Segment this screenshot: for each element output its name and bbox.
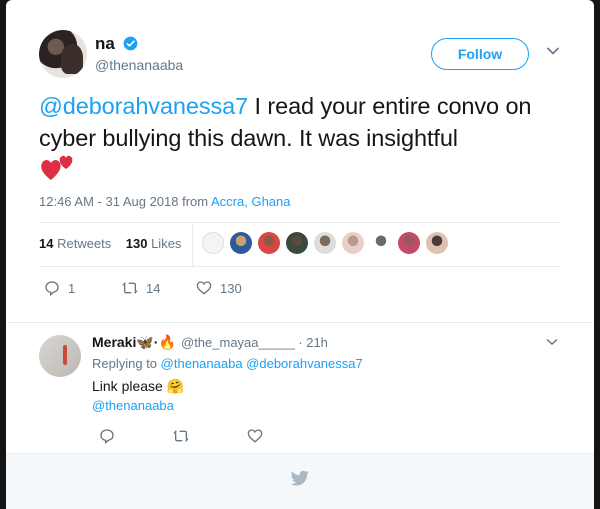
footer bbox=[6, 453, 594, 509]
hearts-emoji-icon bbox=[41, 155, 73, 180]
likes-stat[interactable]: 130 Likes bbox=[126, 236, 182, 251]
hug-emoji-icon: 🤗 bbox=[166, 378, 185, 394]
chevron-down-icon[interactable] bbox=[546, 46, 560, 56]
liker-avatar[interactable] bbox=[258, 232, 280, 254]
location-link[interactable]: Accra, Ghana bbox=[211, 194, 291, 209]
author-name[interactable]: na bbox=[95, 34, 115, 54]
like-icon bbox=[247, 429, 263, 443]
liker-avatar[interactable] bbox=[286, 232, 308, 254]
follow-button[interactable]: Follow bbox=[431, 38, 529, 70]
retweet-icon bbox=[173, 430, 189, 442]
fire-emoji-icon: 🔥 bbox=[158, 334, 176, 350]
reply-icon bbox=[45, 281, 59, 296]
reply-handle-time[interactable]: @the_mayaa_____ · 21h bbox=[181, 335, 328, 350]
liker-avatar[interactable] bbox=[426, 232, 448, 254]
tweet-stats: 14 Retweets 130 Likes bbox=[39, 236, 181, 251]
retweet-action[interactable]: 14 bbox=[122, 280, 160, 296]
tweet-text: @deborahvanessa7 I read your entire conv… bbox=[39, 90, 579, 154]
liker-avatar[interactable] bbox=[230, 232, 252, 254]
liker-avatar[interactable] bbox=[398, 232, 420, 254]
author-avatar[interactable] bbox=[39, 30, 87, 78]
like-icon bbox=[196, 281, 212, 295]
divider bbox=[39, 266, 561, 267]
chevron-down-icon[interactable] bbox=[546, 338, 558, 346]
butterfly-emoji-icon: 🦋 bbox=[136, 334, 154, 350]
replying-to: Replying to @thenanaaba @deborahvanessa7 bbox=[92, 356, 363, 371]
tweet-card: na @thenanaaba Follow @deborahvanessa7 I… bbox=[6, 0, 594, 509]
twitter-bird-icon[interactable] bbox=[290, 470, 310, 488]
reply-mention-link[interactable]: @thenanaaba bbox=[92, 398, 174, 413]
mention-link[interactable]: @deborahvanessa7 bbox=[39, 93, 248, 119]
reply-text: Link please 🤗 bbox=[92, 378, 185, 394]
retweet-action[interactable] bbox=[173, 428, 189, 444]
reply-icon bbox=[100, 429, 114, 444]
liker-avatar[interactable] bbox=[370, 232, 392, 254]
reply-avatar[interactable] bbox=[39, 335, 81, 377]
like-action[interactable] bbox=[247, 428, 263, 444]
reply-action[interactable]: 1 bbox=[44, 280, 75, 296]
reply-action[interactable] bbox=[99, 428, 115, 444]
reply-author-name[interactable]: Meraki🦋·🔥 bbox=[92, 334, 176, 351]
tweet-timestamp: 12:46 AM - 31 Aug 2018 from Accra, Ghana bbox=[39, 194, 291, 209]
liker-avatar[interactable] bbox=[202, 232, 224, 254]
like-action[interactable]: 130 bbox=[196, 280, 242, 296]
stats-divider bbox=[192, 224, 193, 266]
divider bbox=[39, 222, 561, 223]
replying-to-mentions[interactable]: @thenanaaba @deborahvanessa7 bbox=[161, 356, 363, 371]
retweets-stat[interactable]: 14 Retweets bbox=[39, 236, 111, 251]
author-handle[interactable]: @thenanaaba bbox=[95, 57, 183, 73]
liker-avatar[interactable] bbox=[342, 232, 364, 254]
divider bbox=[6, 322, 594, 323]
verified-badge-icon bbox=[123, 36, 138, 51]
retweet-icon bbox=[122, 282, 138, 294]
liker-avatar[interactable] bbox=[314, 232, 336, 254]
